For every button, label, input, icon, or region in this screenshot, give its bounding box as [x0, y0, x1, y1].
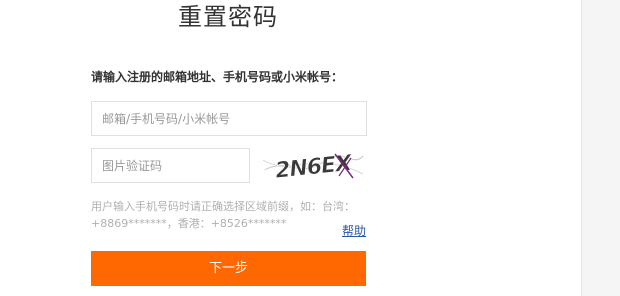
reset-password-page: 重置密码 请输入注册的邮箱地址、手机号码或小米帐号： 2N6EX 用户输入手机号…: [0, 0, 620, 296]
account-input[interactable]: [91, 101, 367, 136]
captcha-input[interactable]: [91, 148, 250, 183]
next-step-button[interactable]: 下一步: [91, 251, 366, 286]
captcha-image[interactable]: 2N6EX: [263, 148, 365, 183]
account-prompt-label: 请输入注册的邮箱地址、手机号码或小米帐号：: [91, 70, 344, 84]
side-panel: [582, 0, 620, 296]
page-title: 重置密码: [178, 3, 278, 31]
phone-format-hint: 用户输入手机号码时请正确选择区域前缀，如：台湾：+8869*******，香港：…: [91, 200, 355, 230]
help-link[interactable]: 帮助: [342, 224, 366, 238]
